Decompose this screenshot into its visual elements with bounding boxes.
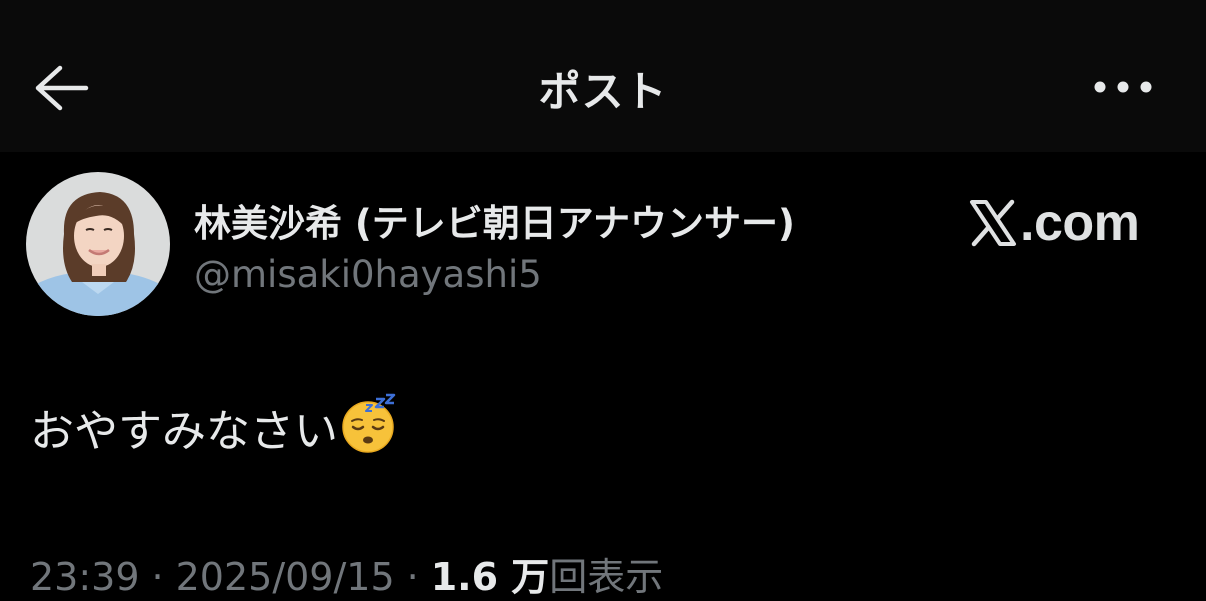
more-horizontal-icon xyxy=(1094,81,1152,93)
post-date[interactable]: 2025/09/15 xyxy=(176,555,395,599)
avatar-photo xyxy=(26,172,170,316)
views-count[interactable]: 1.6 万 xyxy=(431,546,550,601)
top-navigation-bar: ポスト xyxy=(0,0,1206,152)
author-handle[interactable]: @misaki0hayashi5 xyxy=(194,253,542,296)
page-title: ポスト xyxy=(538,67,668,116)
author-avatar[interactable] xyxy=(26,172,170,316)
brand-text: .com xyxy=(1020,194,1140,252)
brand-watermark: .com xyxy=(968,193,1140,253)
separator: · xyxy=(406,555,419,599)
post-body: おやすみなさい xyxy=(30,393,400,459)
post-text: おやすみなさい xyxy=(30,406,338,457)
views-label: 回表示 xyxy=(549,555,664,599)
post-metadata: 23:39 · 2025/09/15 · 1.6 万 回表示 xyxy=(30,546,663,601)
more-options-button[interactable] xyxy=(1088,70,1158,104)
post-time[interactable]: 23:39 xyxy=(30,555,140,599)
separator: · xyxy=(151,555,164,599)
sleeping-face-emoji xyxy=(338,393,400,455)
x-logo-icon xyxy=(968,198,1018,248)
author-display-name[interactable]: 林美沙希 (テレビ朝日アナウンサー) xyxy=(194,193,795,247)
